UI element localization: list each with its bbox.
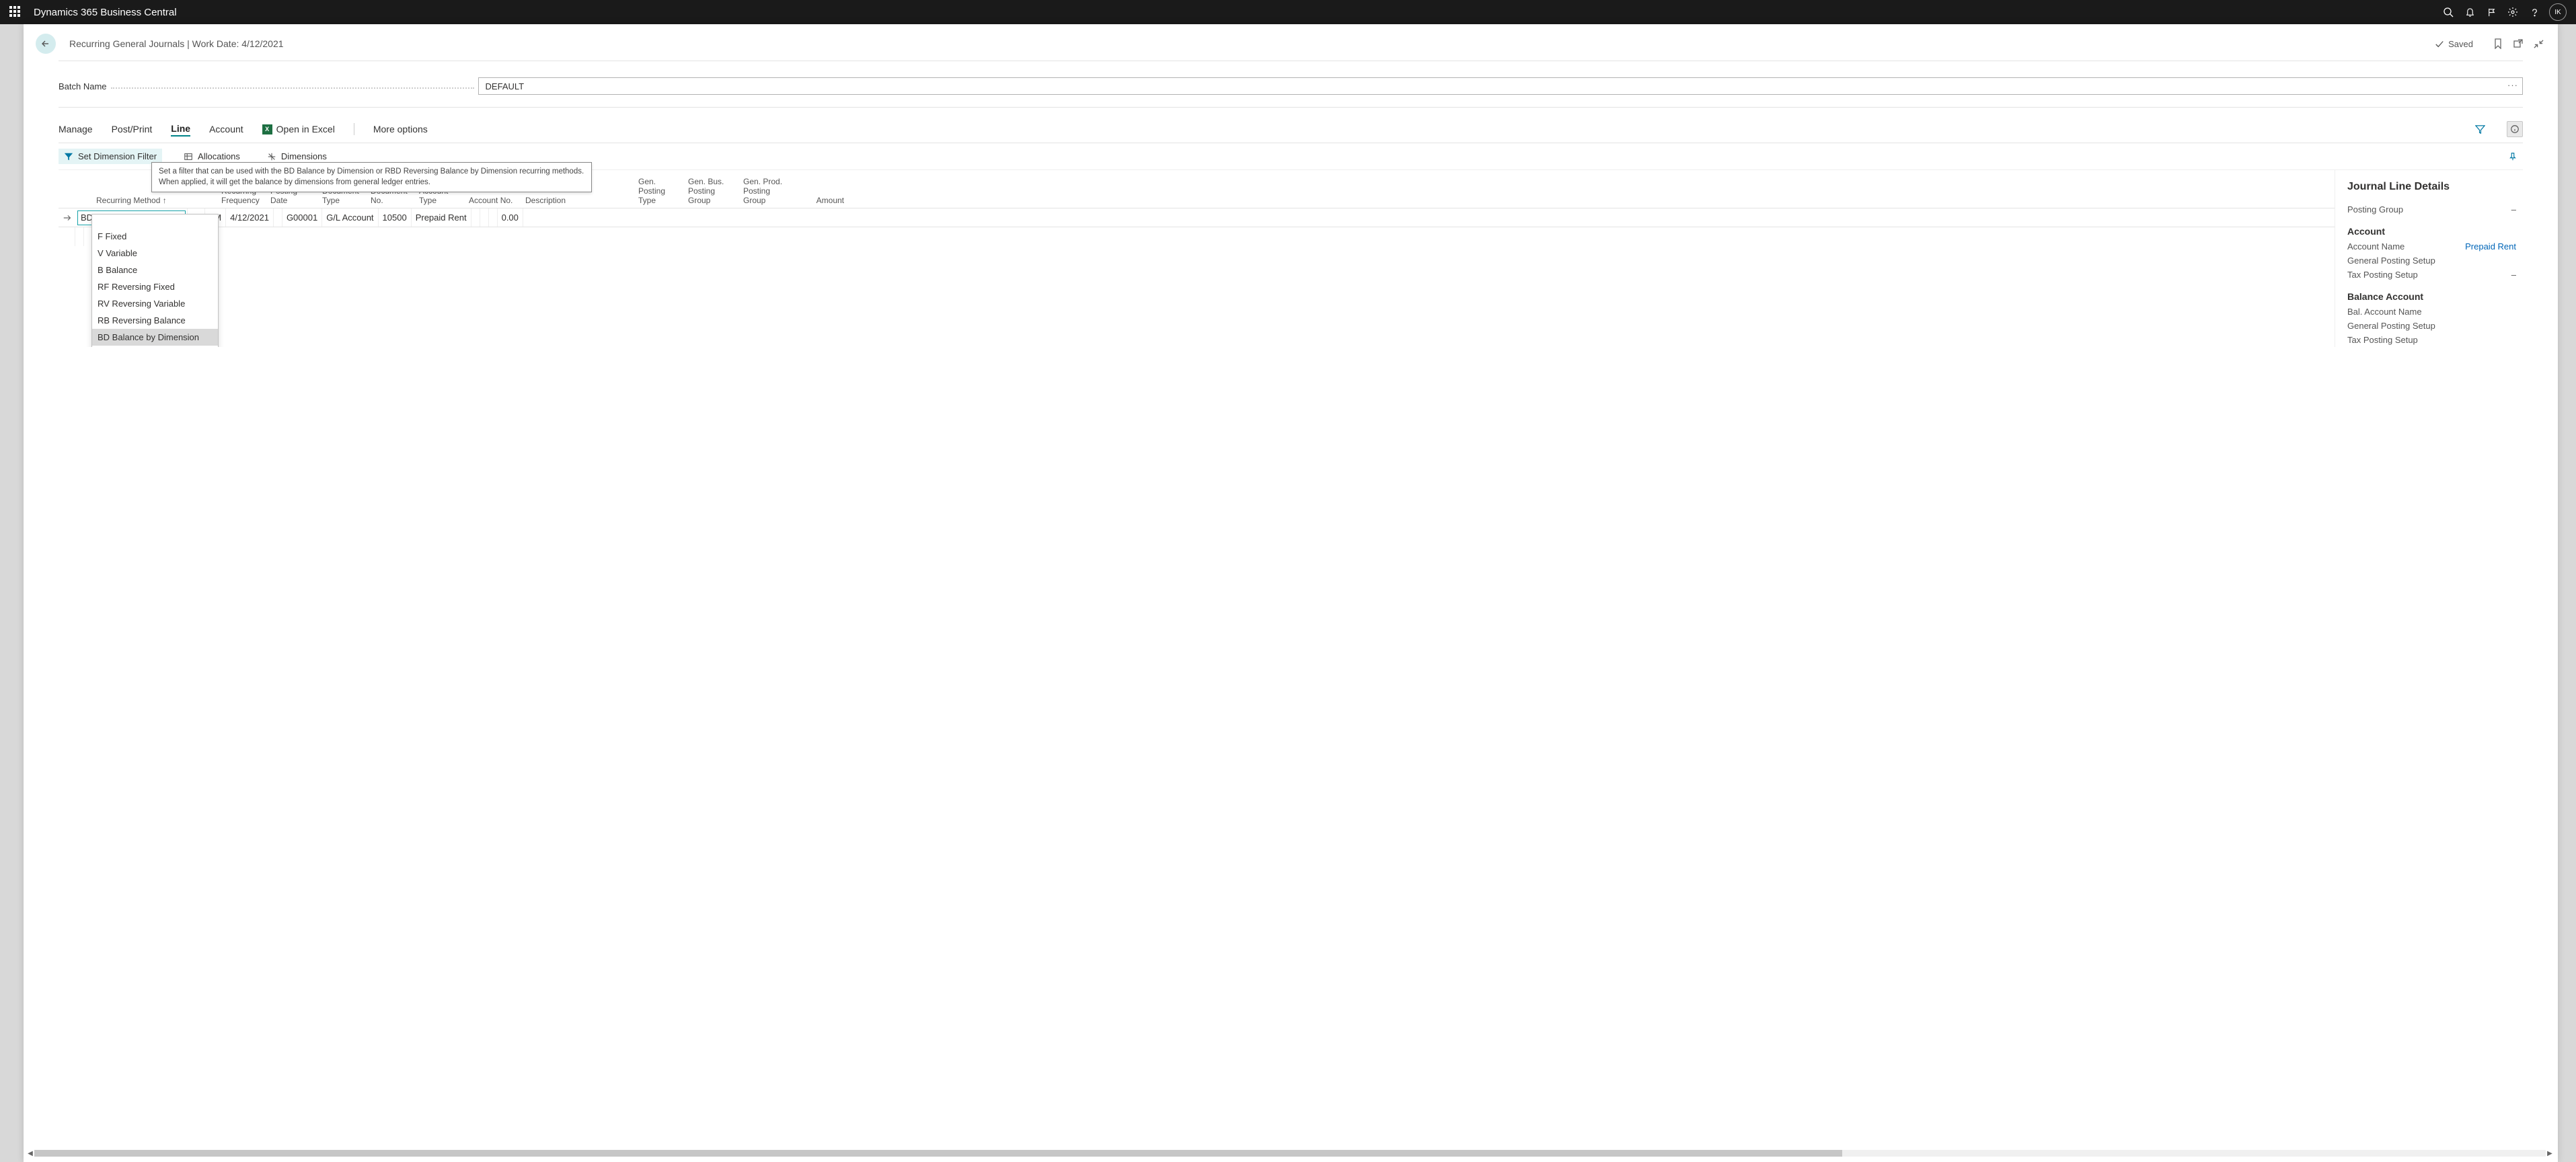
bal-tax-posting-setup-label: Tax Posting Setup: [2347, 335, 2418, 345]
cell-gen-posting-type[interactable]: [471, 208, 480, 227]
dropdown-item[interactable]: BD Balance by Dimension: [92, 329, 218, 346]
recurring-method-dropdown[interactable]: F FixedV VariableB BalanceRF Reversing F…: [91, 214, 219, 347]
excel-icon: X: [262, 124, 272, 134]
main-split: Recurring Method ↑ Recurring Frequency P…: [59, 170, 2523, 347]
open-new-window-icon[interactable]: [2511, 36, 2526, 51]
cell-document-no[interactable]: G00001: [282, 208, 322, 227]
app-title: Dynamics 365 Business Central: [34, 7, 177, 18]
cell-account-type[interactable]: G/L Account: [322, 208, 378, 227]
action-tabs: Manage Post/Print Line Account X Open in…: [59, 114, 2523, 143]
factbox-toggle-icon[interactable]: [2507, 121, 2523, 137]
bal-account-name-label: Bal. Account Name: [2347, 307, 2422, 317]
balance-account-section: Balance Account: [2347, 291, 2516, 302]
dropdown-item[interactable]: RB Reversing Balance: [92, 312, 218, 329]
dropdown-item[interactable]: RF Reversing Fixed: [92, 278, 218, 295]
search-icon[interactable]: [2437, 1, 2459, 23]
col-gen-posting-type[interactable]: Gen. Posting Type: [634, 170, 684, 208]
batch-name-row: Batch Name DEFAULT ···: [59, 61, 2523, 107]
cell-document-type[interactable]: [274, 208, 282, 227]
back-button[interactable]: [36, 34, 56, 54]
user-avatar[interactable]: IK: [2549, 3, 2567, 21]
grid-row[interactable]: BD Balance by Dimension ⋮ 1M 4/12/2021 G…: [59, 208, 2335, 227]
batch-name-label: Batch Name: [59, 81, 107, 91]
notifications-icon[interactable]: [2459, 1, 2480, 23]
account-section: Account: [2347, 226, 2516, 237]
flag-icon[interactable]: [2480, 1, 2502, 23]
tab-open-in-excel[interactable]: X Open in Excel: [262, 122, 335, 136]
general-posting-setup-label: General Posting Setup: [2347, 256, 2435, 266]
dropdown-item[interactable]: B Balance: [92, 262, 218, 278]
account-name-value[interactable]: Prepaid Rent: [2465, 241, 2516, 251]
col-gen-prod-posting-group[interactable]: Gen. Prod. Posting Group: [739, 170, 794, 208]
cell-amount[interactable]: 0.00: [498, 208, 523, 227]
bookmark-icon[interactable]: [2491, 36, 2505, 51]
top-header: Dynamics 365 Business Central IK: [0, 0, 2576, 24]
journal-line-details-panel: Journal Line Details Posting Group – Acc…: [2335, 170, 2523, 347]
filter-pane-icon[interactable]: [2472, 121, 2488, 137]
batch-name-input[interactable]: DEFAULT ···: [478, 77, 2523, 95]
bal-general-posting-setup-label: General Posting Setup: [2347, 321, 2435, 331]
page-title: Recurring General Journals | Work Date: …: [69, 38, 284, 49]
page-header: Recurring General Journals | Work Date: …: [24, 24, 2558, 61]
tab-post-print[interactable]: Post/Print: [112, 122, 153, 136]
tax-posting-setup-value: –: [2511, 270, 2516, 280]
scroll-right-icon[interactable]: ▶: [2546, 1149, 2554, 1157]
tab-more-options[interactable]: More options: [373, 122, 428, 136]
batch-lookup-icon[interactable]: ···: [2507, 80, 2518, 90]
line-toolbar: Set Dimension Filter Allocations Dimensi…: [59, 143, 2523, 170]
cell-posting-date[interactable]: 4/12/2021: [226, 208, 274, 227]
gear-icon[interactable]: [2502, 1, 2524, 23]
col-gen-bus-posting-group[interactable]: Gen. Bus. Posting Group: [684, 170, 739, 208]
page-card: Recurring General Journals | Work Date: …: [24, 24, 2558, 1162]
posting-group-value: –: [2511, 204, 2516, 215]
dropdown-item[interactable]: RV Reversing Variable: [92, 295, 218, 312]
cell-description[interactable]: Prepaid Rent: [412, 208, 471, 227]
pin-toolbar-icon[interactable]: [2503, 149, 2523, 164]
help-icon[interactable]: [2524, 1, 2545, 23]
set-dimension-filter-tooltip: Set a filter that can be used with the B…: [151, 162, 592, 192]
dotted-leader: [111, 83, 474, 89]
app-launcher-icon[interactable]: [9, 6, 22, 18]
collapse-icon[interactable]: [2531, 36, 2546, 51]
tab-manage[interactable]: Manage: [59, 122, 93, 136]
cell-gen-prod-posting-group[interactable]: [489, 208, 498, 227]
grid-row-empty[interactable]: [59, 227, 2335, 246]
tax-posting-setup-label: Tax Posting Setup: [2347, 270, 2418, 280]
horizontal-scrollbar[interactable]: ◀ ▶: [26, 1149, 2554, 1158]
tab-account[interactable]: Account: [209, 122, 243, 136]
account-name-label: Account Name: [2347, 241, 2404, 251]
set-dimension-filter-button[interactable]: Set Dimension Filter: [59, 149, 162, 164]
dropdown-item[interactable]: V Variable: [92, 245, 218, 262]
cell-gen-bus-posting-group[interactable]: [480, 208, 489, 227]
row-selector-icon[interactable]: [59, 208, 76, 227]
cell-account-no[interactable]: 10500: [379, 208, 412, 227]
saved-status: Saved: [2435, 39, 2473, 49]
details-title: Journal Line Details: [2347, 181, 2516, 193]
dropdown-item[interactable]: F Fixed: [92, 228, 218, 245]
col-amount[interactable]: Amount: [794, 170, 848, 208]
tab-line[interactable]: Line: [171, 122, 190, 137]
posting-group-label: Posting Group: [2347, 204, 2403, 215]
journal-grid: Recurring Method ↑ Recurring Frequency P…: [59, 170, 2335, 347]
dropdown-item[interactable]: RBD Reversing Balance by Dimension: [92, 346, 218, 347]
scroll-left-icon[interactable]: ◀: [26, 1149, 34, 1157]
